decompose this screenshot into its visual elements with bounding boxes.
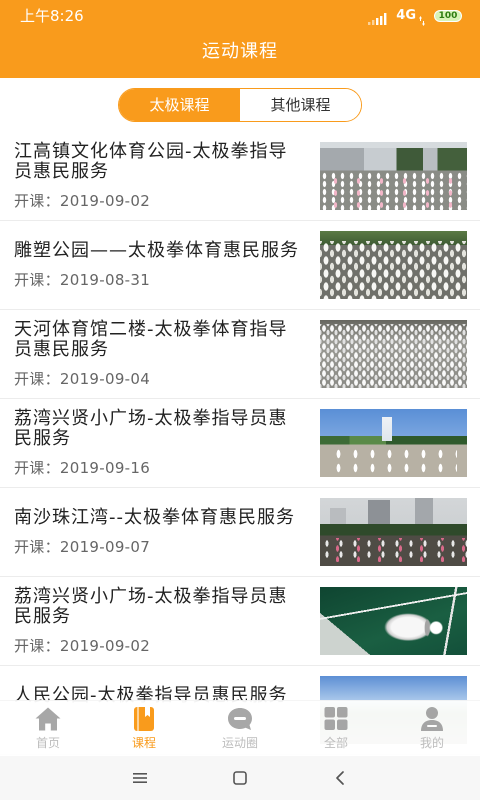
- course-type-switch-area: 太极课程 其他课程: [0, 78, 480, 132]
- course-info: 雕塑公园——太极拳体育惠民服务 开课：2019-08-31: [14, 239, 304, 290]
- tab-label: 首页: [35, 736, 60, 750]
- course-title: 江高镇文化体育公园-太极拳指导员惠民服务: [14, 140, 288, 182]
- course-list-item[interactable]: 荔湾兴贤小广场-太极拳指导员惠民服务 开课：2019-09-02: [0, 577, 480, 666]
- network-type: 4G: [396, 8, 416, 23]
- app-screen: 上午8:26 4G 100 运动课程 太极课程 其他课程 江高镇文化体育公园-太…: [0, 0, 480, 800]
- home-square-icon[interactable]: [230, 768, 250, 788]
- battery-icon: 100: [434, 10, 462, 22]
- course-title: 南沙珠江湾--太极拳体育惠民服务: [14, 506, 295, 528]
- bottom-tab-bar: 首页 课程 运动圈 全部 我的: [0, 700, 480, 756]
- tab-label: 我的: [419, 736, 444, 750]
- grid-icon: [322, 706, 350, 732]
- course-list-item[interactable]: 荔湾兴贤小广场-太极拳指导员惠民服务 开课：2019-09-16: [0, 399, 480, 488]
- chat-bubble-icon: [226, 706, 254, 732]
- course-info: 南沙珠江湾--太极拳体育惠民服务 开课：2019-09-07: [14, 506, 304, 557]
- course-start-date: 开课：2019-08-31: [14, 270, 151, 289]
- tab-all[interactable]: 全部: [288, 701, 384, 756]
- tab-label: 全部: [323, 736, 348, 750]
- course-title: 荔湾兴贤小广场-太极拳指导员惠民服务: [14, 407, 288, 449]
- course-thumbnail: [320, 320, 467, 388]
- course-thumbnail: [320, 409, 467, 477]
- tab-label: 课程: [131, 736, 156, 750]
- status-time: 上午8:26: [20, 7, 84, 25]
- person-icon: [418, 706, 446, 732]
- course-start-date: 开课：2019-09-02: [14, 636, 151, 655]
- data-arrows-icon: [419, 11, 425, 26]
- tab-sports-circle[interactable]: 运动圈: [192, 701, 288, 756]
- course-info: 荔湾兴贤小广场-太极拳指导员惠民服务 开课：2019-09-16: [14, 407, 304, 478]
- menu-icon[interactable]: [130, 768, 150, 788]
- tab-home[interactable]: 首页: [0, 701, 96, 756]
- course-thumbnail: [320, 498, 467, 566]
- course-info: 荔湾兴贤小广场-太极拳指导员惠民服务 开课：2019-09-02: [14, 585, 304, 656]
- course-type-segmented-control: 太极课程 其他课程: [118, 88, 362, 122]
- course-title: 天河体育馆二楼-太极拳体育指导员惠民服务: [14, 318, 288, 360]
- tab-mine[interactable]: 我的: [384, 701, 480, 756]
- course-start-date: 开课：2019-09-04: [14, 369, 151, 388]
- course-thumbnail: [320, 142, 467, 210]
- status-bar: 上午8:26 4G 100: [0, 0, 480, 32]
- course-start-date: 开课：2019-09-07: [14, 537, 151, 556]
- course-thumbnail: [320, 587, 467, 655]
- page-title: 运动课程: [202, 41, 278, 62]
- tab-taiji-courses[interactable]: 太极课程: [119, 89, 240, 121]
- tab-courses[interactable]: 课程: [96, 701, 192, 756]
- course-title: 荔湾兴贤小广场-太极拳指导员惠民服务: [14, 585, 288, 627]
- course-list-item[interactable]: 天河体育馆二楼-太极拳体育指导员惠民服务 开课：2019-09-04: [0, 310, 480, 399]
- back-icon[interactable]: [330, 768, 350, 788]
- course-start-date: 开课：2019-09-02: [14, 191, 151, 210]
- tab-other-courses[interactable]: 其他课程: [240, 89, 361, 121]
- course-list-item[interactable]: 南沙珠江湾--太极拳体育惠民服务 开课：2019-09-07: [0, 488, 480, 577]
- home-icon: [34, 706, 62, 732]
- course-title: 雕塑公园——太极拳体育惠民服务: [14, 239, 299, 261]
- course-list: 江高镇文化体育公园-太极拳指导员惠民服务 开课：2019-09-02 雕塑公园—…: [0, 132, 480, 755]
- status-indicators: 4G 100: [368, 8, 462, 26]
- course-list-item[interactable]: 雕塑公园——太极拳体育惠民服务 开课：2019-08-31: [0, 221, 480, 310]
- course-thumbnail: [320, 231, 467, 299]
- course-start-date: 开课：2019-09-16: [14, 458, 151, 477]
- app-header: 运动课程: [0, 32, 480, 78]
- course-info: 江高镇文化体育公园-太极拳指导员惠民服务 开课：2019-09-02: [14, 140, 304, 211]
- system-navigation-bar: [0, 756, 480, 800]
- course-list-item[interactable]: 江高镇文化体育公园-太极拳指导员惠民服务 开课：2019-09-02: [0, 132, 480, 221]
- book-icon: [130, 706, 158, 732]
- course-info: 天河体育馆二楼-太极拳体育指导员惠民服务 开课：2019-09-04: [14, 318, 304, 389]
- tab-label: 运动圈: [221, 736, 258, 750]
- signal-icon: [368, 10, 390, 25]
